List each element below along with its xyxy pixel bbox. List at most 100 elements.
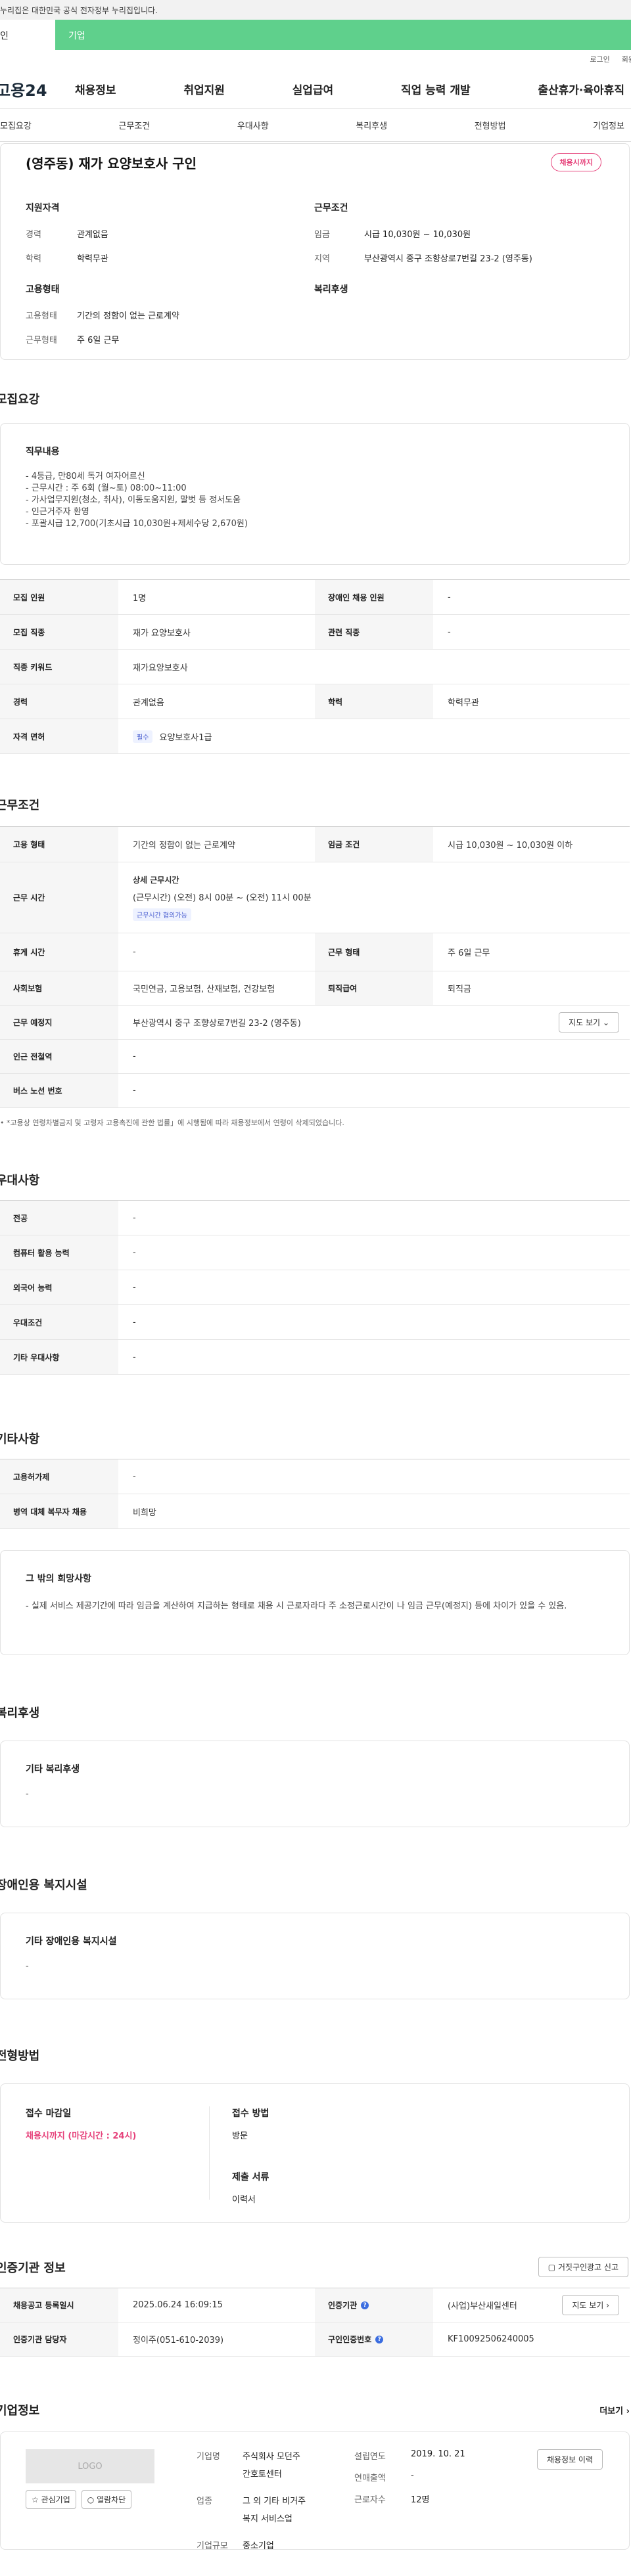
employees: 12명 — [411, 2495, 430, 2505]
recruit-table: 모집 인원 1명 장애인 채용 인원 - 모집 직종 재가 요양보호사 관련 직종 - … — [0, 579, 630, 754]
td: (사업)부산새일센터 — [448, 2301, 517, 2311]
deadline-badge: 채용시까지 — [551, 153, 601, 171]
th: 외국어 능력 — [0, 1270, 118, 1304]
gov-banner: 누리집은 대한민국 공식 전자정부 누리집입니다. — [0, 0, 631, 20]
company-more-link[interactable]: 더보기 › — [599, 2404, 630, 2416]
place-value: 부산광역시 중구 조향상로7번길 23-2 (영주동) — [133, 1019, 301, 1029]
hiring-history-button[interactable]: 채용정보 이력 — [536, 2449, 603, 2470]
company-box: LOGO ☆ 관심기업 ○ 열람차단 기업명 주식회사 모던주 간호토센터 업종 그 … — [0, 2432, 630, 2551]
th: 장애인 채용 인원 — [315, 580, 433, 614]
welfare-heading: 기타 복리후생 — [26, 1764, 80, 1775]
th: 경력 — [0, 684, 118, 719]
disab-heading: 기타 장애인용 복지시설 — [26, 1936, 117, 1947]
table-row: 외국어 능력 - — [0, 1270, 630, 1305]
label: 기업명 — [197, 2452, 220, 2462]
snb-company[interactable]: 기업정보 — [593, 119, 624, 131]
table-row: 채용공고 등록일시 2025.06.24 16:09:15 인증기관? (사업)부… — [0, 2288, 630, 2322]
th: 직종 키워드 — [0, 650, 118, 684]
section-title: 장애인용 복지시설 — [0, 1878, 87, 1892]
type-heading: 고용형태 — [26, 284, 60, 295]
company-logo: LOGO — [26, 2449, 154, 2483]
site-logo[interactable]: 고용24 — [0, 78, 75, 100]
section-nav: 모집요강 근무조건 우대사항 복리후생 전형방법 기업정보 — [0, 109, 631, 142]
job-title: (영주동) 재가 요양보호사 구인 — [26, 156, 197, 171]
gnb-item-leave[interactable]: 출산휴가·육아휴직 — [538, 81, 624, 97]
td: - — [133, 1317, 136, 1327]
td: 1명 — [133, 593, 147, 604]
select-box: 접수 마감일 채용시까지 (마감시간 : 24시) 접수 방법 방문 제출 서류… — [0, 2083, 630, 2223]
th: 모집 인원 — [0, 580, 118, 614]
job-desc-heading: 직무내용 — [26, 447, 60, 457]
time-value: (근무시간) (오전) 8시 00분 ~ (오전) 11시 00분 — [133, 893, 312, 903]
snb-pref[interactable]: 우대사항 — [237, 119, 269, 131]
th: 관련 직종 — [315, 615, 433, 649]
td: 2025.06.24 16:09:15 — [133, 2300, 223, 2310]
td: - — [133, 1247, 136, 1258]
table-row: 모집 인원 1명 장애인 채용 인원 - — [0, 580, 630, 615]
th: 컴퓨터 활용 능력 — [0, 1235, 118, 1270]
table-row: 고용 형태 기간의 정함이 없는 근로계약 임금 조건 시급 10,030원 ~ 1… — [0, 827, 630, 862]
th: 퇴직급여 — [315, 971, 433, 1005]
star-icon: ☆ — [32, 2495, 39, 2504]
section-title: 인증기관 정보 — [0, 2261, 66, 2275]
gnb-item-training[interactable]: 직업 능력 개발 — [401, 81, 471, 97]
table-row: 인근 전철역 - — [0, 1040, 630, 1074]
etc-table: 고용허가제 - 병역 대체 복무자 채용 비희망 — [0, 1459, 630, 1529]
th: 학력 — [315, 684, 433, 719]
th: 인근 전철역 — [0, 1040, 118, 1073]
gnb-item-support[interactable]: 취업지원 — [183, 81, 225, 97]
th: 고용 형태 — [0, 827, 118, 862]
td: - — [448, 627, 451, 637]
gnb-item-benefit[interactable]: 실업급여 — [292, 81, 334, 97]
snb-work[interactable]: 근무조건 — [118, 119, 150, 131]
cert-map-button[interactable]: 지도 보기 › — [562, 2295, 619, 2315]
other-wish-text: - 실제 서비스 제공기간에 따라 임금을 계산하여 지급하는 형태로 채용 시… — [26, 1601, 567, 1611]
block-view-button[interactable]: ○ 열람차단 — [81, 2490, 132, 2509]
snb-welfare[interactable]: 복리후생 — [356, 119, 387, 131]
help-icon[interactable]: ? — [361, 2301, 369, 2309]
report-fake-ad-button[interactable]: ▢ 거짓구인광고 신고 — [538, 2257, 628, 2277]
td: 국민연금, 고용보험, 산재보험, 건강보험 — [133, 985, 275, 994]
work-table: 고용 형태 기간의 정함이 없는 근로계약 임금 조건 시급 10,030원 ~ 1… — [0, 826, 630, 1108]
td: KF10092506240005 — [448, 2334, 534, 2344]
th: 채용공고 등록일시 — [0, 2288, 118, 2322]
value: 시급 10,030원 ~ 10,030원 — [364, 230, 471, 240]
td: 재가 요양보호사 — [133, 628, 191, 638]
disab-value: - — [26, 1961, 29, 1971]
td: - — [133, 947, 136, 957]
label: 근로자수 — [354, 2495, 386, 2505]
td: - — [133, 1052, 136, 1061]
snb-recruit[interactable]: 모집요강 — [0, 119, 32, 131]
map-view-button[interactable]: 지도 보기 ⌄ — [559, 1012, 619, 1033]
gnb-item-jobs[interactable]: 채용정보 — [75, 81, 116, 97]
favorite-company-button[interactable]: ☆ 관심기업 — [26, 2490, 76, 2509]
qual-heading: 지원자격 — [26, 203, 60, 213]
est-year: 2019. 10. 21 — [411, 2449, 465, 2459]
section-title: 복리후생 — [0, 1706, 40, 1720]
td: 관계없음 — [133, 698, 164, 708]
table-row: 고용허가제 - — [0, 1459, 630, 1494]
login-link[interactable]: 로그인 — [590, 54, 609, 70]
td: 학력무관 — [448, 698, 479, 708]
chevron-right-icon: › — [626, 2406, 630, 2416]
welfare-heading: 복리후생 — [314, 284, 348, 295]
tab-enterprise[interactable]: 기업 — [55, 20, 631, 50]
th: 병역 대체 복무자 채용 — [0, 1494, 118, 1528]
tab-personal[interactable]: 인 — [0, 20, 55, 50]
th: 근무 형태 — [315, 933, 433, 971]
section-title: 모집요강 — [0, 393, 40, 407]
time-tag: 근무시간 협의가능 — [133, 908, 191, 921]
th: 사회보험 — [0, 971, 118, 1005]
label: 고용형태 — [26, 311, 57, 321]
block-icon: ○ — [87, 2495, 95, 2504]
table-row: 전공 - — [0, 1201, 630, 1235]
join-link[interactable]: 회원 — [622, 54, 631, 70]
td: - — [133, 1282, 136, 1293]
snb-select[interactable]: 전형방법 — [475, 119, 506, 131]
th: 우대조건 — [0, 1305, 118, 1339]
global-nav: 고용24 채용정보 취업지원 실업급여 직업 능력 개발 출산휴가·육아휴직 — [0, 70, 631, 109]
label: 연매출액 — [354, 2474, 386, 2483]
doc-value: 이력서 — [232, 2195, 256, 2205]
table-row: 사회보험 국민연금, 고용보험, 산재보험, 건강보험 퇴직급여 퇴직금 — [0, 971, 630, 1006]
help-icon[interactable]: ? — [375, 2335, 384, 2343]
